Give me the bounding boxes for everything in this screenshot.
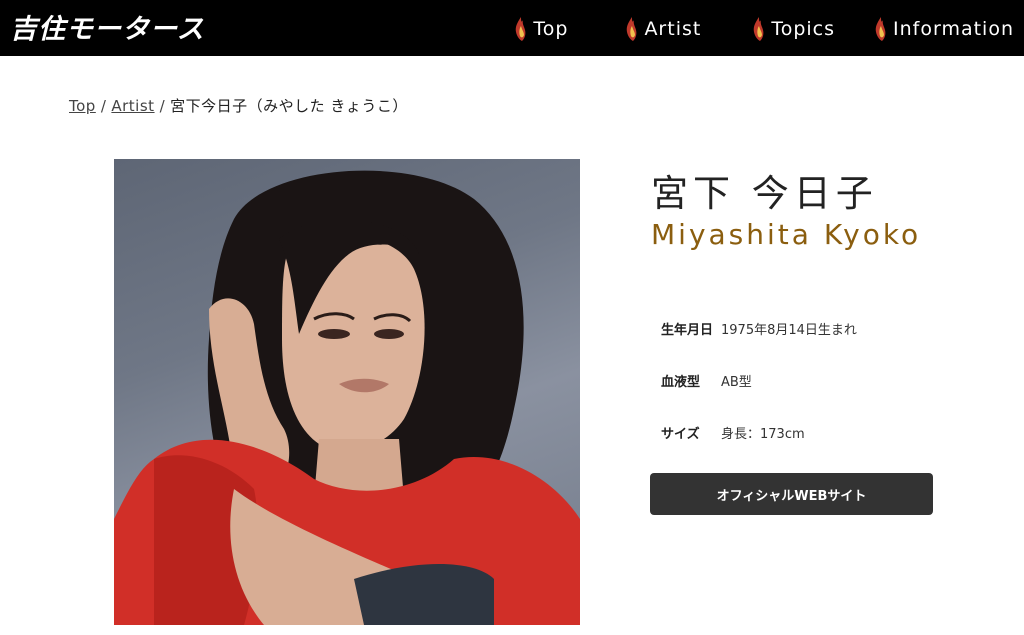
flame-icon <box>516 17 526 41</box>
info-label: 生年月日 <box>661 323 714 338</box>
nav-item-topics[interactable]: Topics <box>751 14 835 44</box>
nav-label: Artist <box>644 18 702 40</box>
info-value: 身長：173cm <box>721 427 805 442</box>
breadcrumb: Top / Artist / 宮下今日子（みやした きょうこ） <box>69 95 408 116</box>
breadcrumb-separator: / <box>159 97 166 115</box>
flame-icon <box>875 17 886 41</box>
nav-label: Topics <box>771 18 836 40</box>
header-bar: 吉住モータース Top Artist Topics Information <box>0 0 1024 56</box>
breadcrumb-current: 宮下今日子（みやした きょうこ） <box>170 97 408 115</box>
info-row-blood-type: 血液型 AB型 <box>661 371 752 390</box>
nav-label: Information <box>893 18 1014 40</box>
portrait-illustration <box>114 170 580 625</box>
info-label: 血液型 <box>661 375 701 390</box>
info-value: 1975年8月14日生まれ <box>721 323 857 338</box>
info-label: サイズ <box>661 427 700 442</box>
artist-name-japanese: 宮下 今日子 <box>651 172 878 215</box>
breadcrumb-link-top[interactable]: Top <box>69 97 96 115</box>
info-value: AB型 <box>721 375 752 390</box>
artist-photo <box>114 159 580 625</box>
breadcrumb-separator: / <box>100 97 107 115</box>
nav-item-information[interactable]: Information <box>873 14 1014 44</box>
flame-icon <box>627 17 637 41</box>
artist-name-english: Miyashita Kyoko <box>651 218 922 251</box>
nav-label: Top <box>533 18 569 40</box>
info-row-birthday: 生年月日 1975年8月14日生まれ <box>661 319 857 338</box>
info-row-size: サイズ 身長：173cm <box>661 423 805 442</box>
breadcrumb-link-artist[interactable]: Artist <box>111 97 154 115</box>
nav-item-top[interactable]: Top <box>513 14 568 44</box>
site-logo[interactable]: 吉住モータース <box>10 7 205 46</box>
official-website-button[interactable]: オフィシャルWEBサイト <box>650 473 933 515</box>
flame-icon <box>754 17 764 41</box>
nav-item-artist[interactable]: Artist <box>624 14 701 44</box>
main-nav: Top Artist Topics Information <box>513 14 1014 44</box>
